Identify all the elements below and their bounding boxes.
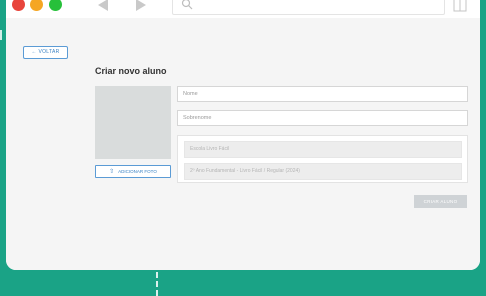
search-icon	[181, 0, 193, 10]
upload-icon: ⇧	[109, 169, 115, 175]
maximize-button[interactable]	[49, 0, 62, 11]
photo-placeholder	[95, 86, 171, 159]
forward-arrow-icon[interactable]	[136, 0, 146, 11]
back-button[interactable]: ← VOLTAR	[23, 46, 68, 59]
escola-select[interactable]: Escola Livro Fácil	[184, 141, 462, 158]
decorative-line-left	[0, 30, 2, 40]
page-content: ← VOLTAR Criar novo aluno ⇧ ADICIONAR FOT…	[6, 18, 480, 270]
nome-field[interactable]: Nome	[177, 86, 468, 102]
page-icon[interactable]	[453, 0, 467, 12]
minimize-button[interactable]	[30, 0, 43, 11]
page-title: Criar novo aluno	[95, 66, 167, 76]
back-arrow-icon[interactable]	[98, 0, 108, 11]
create-student-button[interactable]: CRIAR ALUNO	[414, 195, 467, 208]
address-bar[interactable]	[172, 0, 445, 15]
close-button[interactable]	[12, 0, 25, 11]
title-bar	[6, 0, 480, 18]
add-photo-label: ADICIONAR FOTO	[118, 169, 157, 174]
school-class-group: Escola Livro Fácil 2º Ano Fundamental - …	[177, 135, 468, 183]
browser-window: ← VOLTAR Criar novo aluno ⇧ ADICIONAR FOT…	[6, 0, 480, 270]
decorative-dashed-line	[156, 272, 160, 296]
add-photo-button[interactable]: ⇧ ADICIONAR FOTO	[95, 165, 171, 178]
sobrenome-field[interactable]: Sobrenome	[177, 110, 468, 126]
turma-select[interactable]: 2º Ano Fundamental - Livro Fácil / Regul…	[184, 163, 462, 180]
